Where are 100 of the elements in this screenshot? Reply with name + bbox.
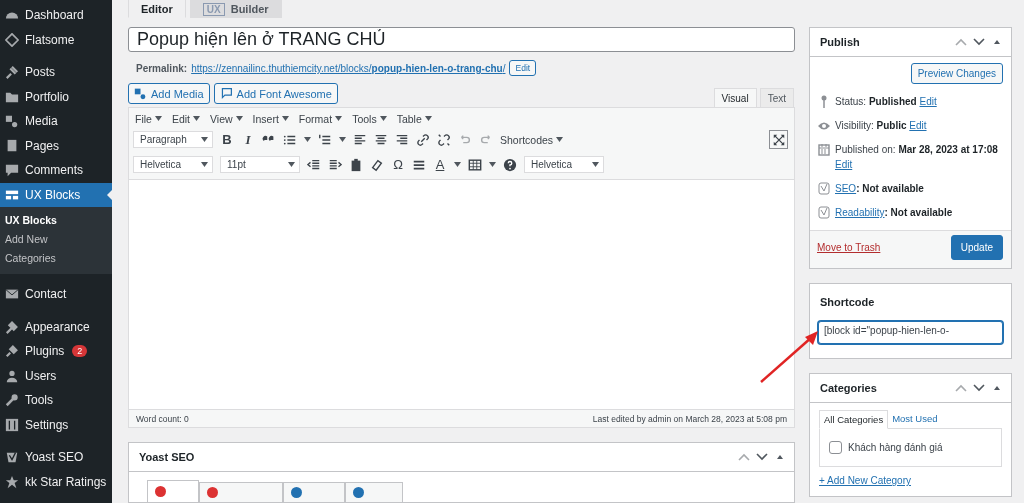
sidebar-item[interactable]: Portfolio [0,84,112,109]
sidebar-item[interactable]: Flatsome [0,27,112,52]
sidebar-item[interactable]: Contact [0,282,112,307]
dropdown-select[interactable]: Helvetica [524,156,604,173]
checkmark-badge-icon [818,206,830,219]
box-title: Shortcode [820,296,876,308]
shortcodes-menu[interactable]: Shortcodes [500,133,564,146]
sidebar-item[interactable]: Appearance [0,314,112,339]
submenu-item[interactable]: Categories [0,249,112,268]
permalink-link[interactable]: https://zennailinc.thuthiemcity.net/blocks/popup-hien-len-o-trang-chu/ [191,62,506,74]
mode-tab[interactable]: Text [759,88,794,107]
toolbar-button[interactable]: I [241,131,255,148]
edit-link[interactable]: Edit [835,159,853,170]
chevron-down-icon [756,452,768,462]
toolbar-button[interactable]: A [433,157,447,172]
sidebar-item[interactable]: Media [0,109,112,134]
eraser-icon [370,157,384,172]
status-text: SEO: Not available [835,182,925,196]
chevron-up-icon [955,37,967,47]
title-field[interactable]: Popup hiện lên ở TRANG CHỦ [128,27,795,52]
menu-item[interactable]: View [210,112,243,125]
caret-icon [556,137,564,142]
status-text: Published on: Mar 28, 2023 at 17:08 Edit [835,143,999,172]
menu-item[interactable]: Edit [171,112,200,125]
toolbar-button[interactable]: Ω [391,157,405,172]
sidebar-item[interactable]: Posts [0,60,112,85]
star-icon [5,474,19,489]
dropdown-select[interactable]: Helvetica [133,156,213,173]
sidebar-item[interactable]: Pages [0,133,112,158]
link-icon [416,132,430,147]
sidebar-item[interactable]: UX Blocks [0,182,112,207]
submenu-item[interactable]: UX Blocks [0,211,112,230]
editor-tab[interactable]: UX Builder [189,0,282,19]
panel-tab[interactable] [147,480,199,502]
menu-item[interactable]: Table [396,112,432,125]
status-text: Visibility: Public Edit [835,119,928,133]
menu-item[interactable]: Format [298,112,343,125]
caret-icon [288,162,295,167]
caret-icon [201,137,208,142]
box-title: Categories [820,382,877,394]
add-category-link[interactable]: + Add New Category [819,475,911,486]
outdent-icon [307,157,321,172]
update-button[interactable]: Update [950,234,1003,260]
menu-item[interactable]: Tools [352,112,387,125]
sidebar-item[interactable]: Users [0,363,112,388]
align-left-icon [353,132,367,147]
panel-tab[interactable] [345,482,403,502]
menu-item[interactable]: Insert [252,112,289,125]
editor-tab[interactable]: Editor [128,0,186,19]
clipboard-icon [349,157,363,172]
dropdown-select[interactable]: 11pt [220,156,300,173]
toolbar-button[interactable]: B [220,132,234,147]
preview-button[interactable]: Preview Changes [910,63,1003,84]
table-icon [468,157,482,172]
count-badge: 2 [72,345,88,358]
calendar-icon [818,143,830,156]
edit-link[interactable]: Edit [919,96,937,107]
caret-icon [424,116,432,121]
checkbox[interactable] [829,441,842,454]
edit-link[interactable]: Edit [909,120,927,131]
media-button[interactable]: Add Font Awesome [213,83,338,104]
unlink-icon [437,132,451,147]
sidebar-item[interactable]: kk Star Ratings [0,469,112,494]
chevron-up-icon [955,383,967,393]
align-center-icon [374,132,388,147]
expand-arrows-icon [771,132,786,147]
shortcode-field[interactable]: [block id="popup-hien-len-o- [818,321,1003,344]
sidebar-item[interactable]: Yoast SEO [0,445,112,470]
sidebar-item[interactable]: Comments [0,158,112,183]
caret-icon [339,137,346,142]
dropdown-select[interactable]: Paragraph [133,131,213,148]
sidebar-item[interactable]: Dashboard [0,3,112,28]
sliders-icon [5,417,19,432]
submenu-item[interactable]: Add New [0,230,112,249]
caret-icon [489,162,496,167]
person-icon [5,368,19,383]
caret-icon [454,162,461,167]
trash-link[interactable]: Move to Trash [817,241,881,253]
caret-icon [379,116,387,121]
sidebar-item[interactable]: Settings [0,412,112,437]
category-label: Khách hàng đánh giá [848,442,943,453]
edit-button[interactable]: Edit [509,60,537,77]
panel-tab[interactable] [199,482,283,502]
chevron-down-icon [973,37,985,47]
sidebar-item[interactable]: Tools [0,388,112,413]
logo-mark: UX [202,2,225,16]
box-title: Publish [820,36,860,48]
fullscreen-button[interactable] [769,130,788,149]
mode-tab[interactable]: Visual [713,88,757,107]
panel-tab[interactable] [283,482,345,502]
flag-icon [219,87,233,100]
category-tab[interactable]: All Categories [819,410,889,429]
category-tab[interactable]: Most Used [888,410,942,428]
last-edited-text: Last edited by admin on March 28, 2023 at 5:08 pm [592,413,787,424]
menu-item[interactable]: File [135,112,162,125]
align-right-icon [395,132,409,147]
media-button[interactable]: Add Media [128,83,210,104]
sidebar-item[interactable]: Plugins 2 [0,339,112,364]
box-title: Yoast SEO [139,451,195,463]
word-count: Word count: 0 [136,413,189,424]
